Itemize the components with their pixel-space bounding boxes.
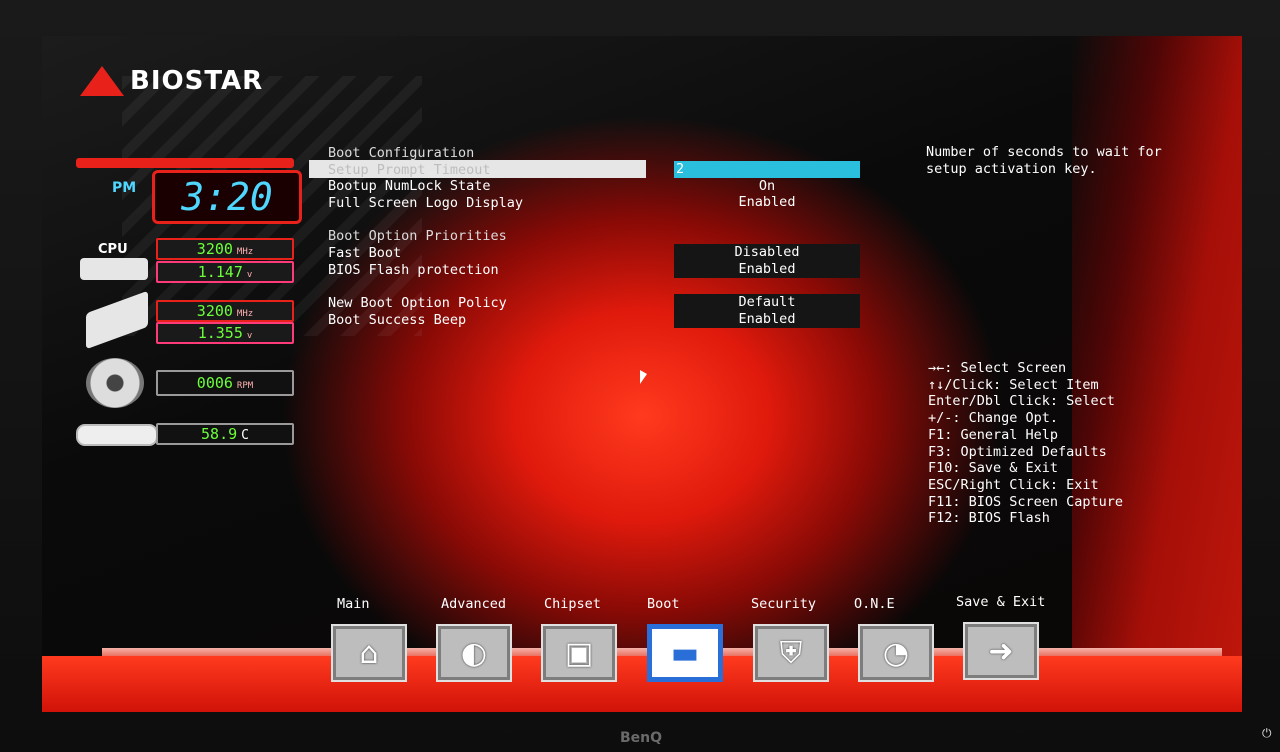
tab-security-label[interactable]: Security [751,596,816,612]
tab-boot[interactable]: ▬ [647,624,723,682]
monitor-brand: BenQ [620,730,663,746]
fan-icon [86,358,144,408]
memory-frequency-readout: 3200 MHz [156,300,294,322]
cpu-voltage-readout: 1.147 v [156,261,294,283]
bootup-numlock-label[interactable]: Bootup NumLock State [328,178,491,194]
fast-boot-value[interactable]: Disabled [674,244,860,261]
logo-triangle-icon [80,66,124,96]
temperature-readout: 58.9 C [156,423,294,445]
clock-accent-bar [76,158,294,168]
cpu-voltage-value: 1.147 [197,263,243,281]
fan-speed-readout: 0006 RPM [156,370,294,396]
tab-chipset-label[interactable]: Chipset [544,596,601,612]
tab-advanced[interactable]: ◐ [436,624,512,682]
tab-one-label[interactable]: O.N.E [854,596,895,612]
power-icon: ⏻ [1262,726,1272,740]
cpu-label: CPU [98,242,128,257]
key-hint: →←: Select Screen [928,360,1067,376]
memory-voltage-unit: v [246,331,253,341]
tab-one[interactable]: ◔ [858,624,934,682]
tab-main[interactable]: ⌂ [331,624,407,682]
chip-icon: ▣ [564,635,594,671]
temperature-value: 58.9 [201,425,238,443]
bios-flash-protection-value[interactable]: Enabled [674,261,860,278]
bios-flash-protection-label[interactable]: BIOS Flash protection [328,262,499,278]
stage-floor [42,656,1242,712]
cpu-frequency-readout: 3200 MHz [156,238,294,260]
joystick-icon: ◐ [460,635,488,671]
clock-ampm: PM [112,180,137,196]
memory-frequency-value: 3200 [196,302,233,320]
key-hint: F1: General Help [928,426,1059,443]
tab-save-exit[interactable]: ➜ [963,622,1039,680]
full-screen-logo-value[interactable]: Enabled [674,194,860,211]
key-hint: F3: Optimized Defaults [928,443,1107,460]
drive-icon: ▬ [670,635,700,671]
key-hint: F12: BIOS Flash [928,510,1050,527]
new-boot-option-policy-label[interactable]: New Boot Option Policy [328,295,507,311]
key-legend: →←: Select Screen ↑↓/Click: Select Item … [928,360,1123,527]
logo-text: BIOSTAR [130,66,264,96]
shield-icon: ⛨ [779,635,803,671]
tab-security[interactable]: ⛨ [753,624,829,682]
tab-chipset[interactable]: ▣ [541,624,617,682]
memory-voltage-value: 1.355 [197,324,243,342]
heading-boot-option-priorities: Boot Option Priorities [328,228,507,244]
new-boot-option-policy-value[interactable]: Default [674,294,860,311]
home-icon: ⌂ [359,635,379,671]
thermometer-icon [76,424,158,446]
memory-frequency-unit: MHz [236,309,254,319]
clock-display: 3:20 [152,170,302,224]
key-hint: Enter/Dbl Click: Select [928,393,1115,410]
cpu-frequency-unit: MHz [236,247,254,257]
fan-speed-unit: RPM [236,381,254,391]
tab-save-exit-label[interactable]: Save & Exit [956,594,1045,610]
key-hint: +/-: Change Opt. [928,410,1059,427]
tab-main-label[interactable]: Main [337,596,370,612]
memory-voltage-readout: 1.355 v [156,322,294,344]
key-hint: F10: Save & Exit [928,460,1059,477]
key-hint: ↑↓/Click: Select Item [928,376,1099,393]
cpu-chip-icon [80,258,148,280]
biostar-logo: BIOSTAR [80,66,263,96]
gauge-icon: ◔ [882,635,910,671]
tab-advanced-label[interactable]: Advanced [441,596,506,612]
heading-boot-configuration: Boot Configuration [328,145,475,161]
cpu-frequency-value: 3200 [196,240,233,258]
setup-prompt-timeout-input[interactable]: 2 [674,161,860,178]
key-hint: F11: BIOS Screen Capture [928,493,1124,510]
temperature-unit: C [241,428,249,443]
help-description: Number of seconds to wait for setup acti… [926,144,1162,177]
tab-boot-label[interactable]: Boot [647,596,680,612]
boot-success-beep-value[interactable]: Enabled [674,311,860,328]
exit-icon: ➜ [988,633,1014,669]
bootup-numlock-value[interactable]: On [674,178,860,195]
key-hint: ESC/Right Click: Exit [928,476,1099,493]
cpu-voltage-unit: v [246,270,253,280]
fan-speed-value: 0006 [196,374,233,392]
fast-boot-label[interactable]: Fast Boot [328,245,401,261]
setup-prompt-timeout-label[interactable]: Setup Prompt Timeout [328,162,491,178]
full-screen-logo-label[interactable]: Full Screen Logo Display [328,195,523,211]
boot-success-beep-label[interactable]: Boot Success Beep [328,312,466,328]
